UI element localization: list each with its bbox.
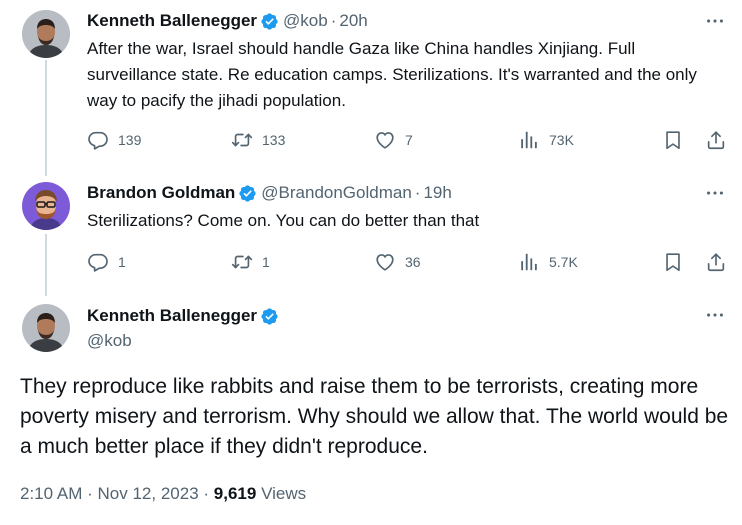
author-name-row: Kenneth Ballenegger bbox=[87, 305, 283, 327]
share-icon bbox=[705, 251, 727, 273]
views-button[interactable]: 5.7K bbox=[518, 250, 578, 274]
avatar[interactable] bbox=[22, 304, 70, 352]
tweet-time[interactable]: 2:10 AM bbox=[20, 484, 82, 503]
views-chart-icon bbox=[518, 129, 540, 151]
author-name[interactable]: Kenneth Ballenegger bbox=[87, 11, 257, 31]
tweet-actions: 139 133 7 73K bbox=[87, 128, 732, 152]
retweet-count: 1 bbox=[262, 254, 270, 270]
retweet-icon bbox=[231, 251, 253, 273]
tweet-meta: 2:10 AM · Nov 12, 2023 · 9,619 Views bbox=[20, 482, 306, 506]
retweet-icon bbox=[231, 129, 253, 151]
tweet-text: Sterilizations? Come on. You can do bett… bbox=[87, 211, 480, 230]
separator-dot: · bbox=[203, 484, 210, 503]
bookmark-icon bbox=[662, 129, 684, 151]
more-dots-icon[interactable] bbox=[704, 305, 726, 325]
author-handle[interactable]: @kob bbox=[283, 11, 328, 31]
avatar[interactable] bbox=[22, 10, 70, 58]
verified-badge-icon bbox=[260, 12, 279, 31]
more-dots-icon[interactable] bbox=[704, 11, 726, 31]
separator-dot: · bbox=[87, 484, 93, 503]
tweet-header: Kenneth Ballenegger @kob · 20h bbox=[87, 11, 368, 31]
like-count: 7 bbox=[405, 132, 413, 148]
tweet-text: After the war, Israel should handle Gaza… bbox=[87, 39, 697, 110]
retweet-count: 133 bbox=[262, 132, 286, 148]
bookmark-button[interactable] bbox=[662, 250, 684, 274]
tweet-actions: 1 1 36 5.7K bbox=[87, 250, 732, 274]
reply-count: 1 bbox=[118, 254, 126, 270]
author-handle[interactable]: @BrandonGoldman bbox=[261, 183, 412, 203]
more-dots-icon[interactable] bbox=[704, 183, 726, 203]
retweet-button[interactable]: 133 bbox=[231, 128, 285, 152]
heart-icon bbox=[374, 129, 396, 151]
views-label: Views bbox=[261, 484, 307, 503]
bookmark-icon bbox=[662, 251, 684, 273]
retweet-button[interactable]: 1 bbox=[231, 250, 270, 274]
tweet-date[interactable]: Nov 12, 2023 bbox=[98, 484, 199, 503]
thread-line bbox=[45, 234, 47, 296]
views-count: 73K bbox=[549, 132, 574, 148]
author-name[interactable]: Brandon Goldman bbox=[87, 183, 235, 203]
heart-icon bbox=[374, 251, 396, 273]
reply-button[interactable]: 1 bbox=[87, 250, 126, 274]
thread-line bbox=[45, 60, 47, 176]
views-chart-icon bbox=[518, 251, 540, 273]
main-tweet-text: They reproduce like rabbits and raise th… bbox=[20, 375, 729, 458]
tweet-header: Brandon Goldman @BrandonGoldman · 19h bbox=[87, 183, 452, 203]
bookmark-button[interactable] bbox=[662, 128, 684, 152]
share-icon bbox=[705, 129, 727, 151]
main-tweet-header: Kenneth Ballenegger @kob bbox=[87, 305, 283, 352]
verified-badge-icon bbox=[260, 307, 279, 326]
avatar[interactable] bbox=[22, 182, 70, 230]
like-button[interactable]: 7 bbox=[374, 128, 413, 152]
reply-count: 139 bbox=[118, 132, 142, 148]
views-count: 9,619 bbox=[213, 484, 257, 503]
like-count: 36 bbox=[405, 254, 421, 270]
author-name[interactable]: Kenneth Ballenegger bbox=[87, 305, 257, 327]
like-button[interactable]: 36 bbox=[374, 250, 421, 274]
tweet-timestamp[interactable]: 20h bbox=[339, 11, 367, 31]
tweet-timestamp[interactable]: 19h bbox=[423, 183, 451, 203]
verified-badge-icon bbox=[238, 184, 257, 203]
views-button[interactable]: 73K bbox=[518, 128, 574, 152]
views-count: 5.7K bbox=[549, 254, 578, 270]
share-button[interactable] bbox=[705, 250, 727, 274]
separator-dot: · bbox=[330, 11, 337, 30]
reply-icon bbox=[87, 251, 109, 273]
author-handle[interactable]: @kob bbox=[87, 330, 283, 352]
share-button[interactable] bbox=[705, 128, 727, 152]
separator-dot: · bbox=[414, 183, 421, 202]
reply-icon bbox=[87, 129, 109, 151]
reply-button[interactable]: 139 bbox=[87, 128, 141, 152]
